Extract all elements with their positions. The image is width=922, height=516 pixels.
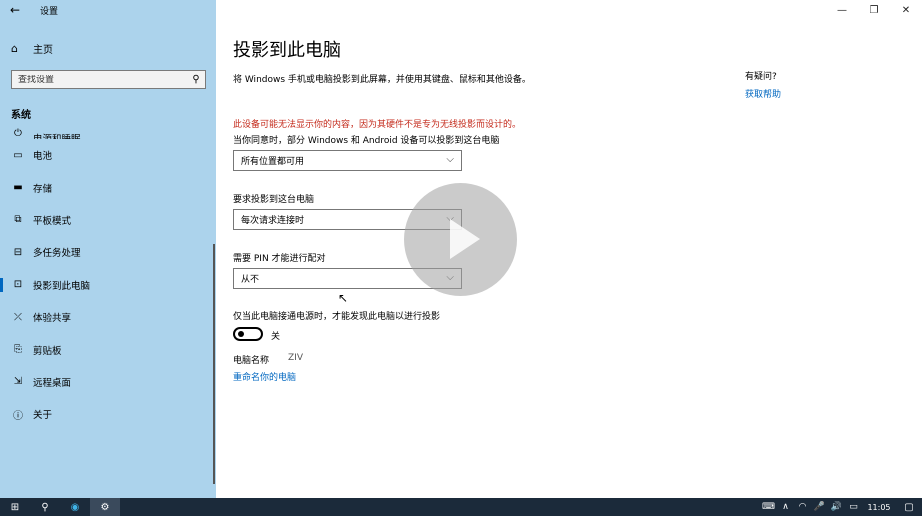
sidebar-item-storage[interactable]: ▬ 存储 xyxy=(0,171,216,203)
sidebar-item-label: 体验共享 xyxy=(33,313,72,325)
sidebar-item-home[interactable]: ⌂ 主页 xyxy=(0,38,216,58)
sidebar-item-project-to-pc[interactable]: ⊡ 投影到此电脑 xyxy=(0,269,216,301)
chevron-down-icon: ⌵ xyxy=(446,154,454,165)
restore-button[interactable]: ❐ xyxy=(858,0,890,20)
section-title: 系统 xyxy=(11,110,31,121)
dropdown-value: 从不 xyxy=(241,275,260,285)
battery-icon[interactable]: ▭ xyxy=(845,502,862,512)
sidebar-item-tablet-mode[interactable]: ⧉ 平板模式 xyxy=(0,204,216,236)
minimize-button[interactable]: — xyxy=(826,0,858,20)
sidebar-scrollbar[interactable] xyxy=(213,244,215,484)
main-content: — ❐ ✕ 投影到此电脑 将 Windows 手机或电脑投影到此屏幕，并使用其键… xyxy=(216,0,922,498)
search-icon: ⚲ xyxy=(41,501,49,513)
back-arrow-icon: ← xyxy=(9,3,21,17)
sidebar-item-label: 剪贴板 xyxy=(33,345,62,357)
toggle-state-label: 关 xyxy=(271,332,281,342)
sidebar-item-label: 存储 xyxy=(33,183,53,195)
sidebar-item-power[interactable]: ⏻ 电源和睡眠 xyxy=(0,125,216,139)
toggle-knob xyxy=(238,331,244,337)
pin-pairing-label: 需要 PIN 才能进行配对 xyxy=(233,254,326,264)
search-box[interactable]: ⚲ xyxy=(11,70,206,89)
back-button[interactable]: ← xyxy=(0,0,30,20)
page-description: 将 Windows 手机或电脑投影到此屏幕，并使用其键盘、鼠标和其他设备。 xyxy=(233,75,531,85)
app-title: 设置 xyxy=(40,6,59,17)
window-controls: — ❐ ✕ xyxy=(826,0,922,20)
multitasking-icon: ⊟ xyxy=(13,246,23,258)
sidebar-item-label: 电池 xyxy=(33,151,53,163)
sidebar: ← 设置 ⌂ 主页 ⚲ 系统 ⏻ 电源和睡眠 ▭ 电池 ▬ 存储 ⧉ 平板模式 … xyxy=(0,0,216,498)
tablet-icon: ⧉ xyxy=(14,214,22,226)
taskbar: ⊞ ⚲ ◉ ⚙ ⌨ ∧ ◠ 🎤 🔊 ▭ 11:05 ▢ xyxy=(0,498,922,516)
power-icon: ⏻ xyxy=(14,128,22,139)
mouse-cursor-icon: ↖ xyxy=(338,291,349,305)
clock[interactable]: 11:05 xyxy=(862,503,896,512)
sidebar-item-about[interactable]: ⓘ 关于 xyxy=(0,398,216,430)
restore-icon: ❐ xyxy=(869,4,879,16)
get-help-link[interactable]: 获取帮助 xyxy=(745,87,781,100)
chevron-up-icon[interactable]: ∧ xyxy=(777,502,794,512)
power-discovery-label: 仅当此电脑接通电源时，才能发现此电脑以进行投影 xyxy=(233,312,441,322)
start-button[interactable]: ⊞ xyxy=(0,498,30,516)
sidebar-item-label: 投影到此电脑 xyxy=(33,280,91,292)
sidebar-item-label: 关于 xyxy=(33,410,53,422)
sidebar-item-label: 多任务处理 xyxy=(33,248,81,260)
battery-icon: ▭ xyxy=(13,149,23,161)
page-title: 投影到此电脑 xyxy=(233,40,341,61)
network-icon[interactable]: ◠ xyxy=(794,502,811,512)
storage-icon: ▬ xyxy=(13,182,23,194)
hardware-warning: 此设备可能无法显示你的内容，因为其硬件不是专为无线投影而设计的。 xyxy=(233,120,522,130)
availability-label: 当你同意时，部分 Windows 和 Android 设备可以投影到这台电脑 xyxy=(233,136,500,146)
shared-experiences-icon: ⤫ xyxy=(14,311,22,323)
keyboard-icon[interactable]: ⌨ xyxy=(760,502,777,512)
sidebar-item-label: 平板模式 xyxy=(33,215,72,227)
sidebar-item-battery[interactable]: ▭ 电池 xyxy=(0,139,216,171)
sidebar-item-shared-experiences[interactable]: ⤫ 体验共享 xyxy=(0,301,216,333)
notification-icon[interactable]: ▢ xyxy=(896,502,922,513)
projection-icon: ⊡ xyxy=(13,279,23,291)
remote-desktop-icon: ⇲ xyxy=(13,376,23,388)
close-icon: ✕ xyxy=(901,4,911,16)
help-title: 有疑问? xyxy=(745,72,777,82)
availability-dropdown[interactable]: 所有位置都可用 ⌵ xyxy=(233,150,462,171)
info-icon: ⓘ xyxy=(13,410,23,422)
play-button-overlay[interactable] xyxy=(404,183,517,296)
sidebar-item-multitasking[interactable]: ⊟ 多任务处理 xyxy=(0,236,216,268)
search-input[interactable] xyxy=(18,74,187,85)
minimize-icon: — xyxy=(837,4,847,16)
windows-logo-icon: ⊞ xyxy=(10,501,20,513)
sidebar-item-clipboard[interactable]: ⎘ 剪贴板 xyxy=(0,333,216,365)
sidebar-nav: ⏻ 电源和睡眠 ▭ 电池 ▬ 存储 ⧉ 平板模式 ⊟ 多任务处理 ⊡ 投影到此电… xyxy=(0,125,216,498)
sidebar-item-label: 远程桌面 xyxy=(33,377,72,389)
ask-to-project-label: 要求投影到这台电脑 xyxy=(233,195,315,205)
edge-browser-icon: ◉ xyxy=(70,501,80,513)
pc-name-label: 电脑名称 xyxy=(233,356,270,366)
dropdown-value: 所有位置都可用 xyxy=(241,157,305,167)
search-icon[interactable]: ⚲ xyxy=(187,74,205,85)
power-discovery-toggle[interactable] xyxy=(233,327,263,341)
rename-pc-link[interactable]: 重命名你的电脑 xyxy=(233,370,296,383)
close-button[interactable]: ✕ xyxy=(890,0,922,20)
pc-name-value: ZIV xyxy=(288,353,303,363)
clipboard-icon: ⎘ xyxy=(14,344,22,356)
taskbar-settings-button[interactable]: ⚙ xyxy=(90,498,120,516)
dropdown-value: 每次请求连接时 xyxy=(241,216,305,226)
gear-icon: ⚙ xyxy=(100,501,110,513)
taskbar-edge-button[interactable]: ◉ xyxy=(60,498,90,516)
microphone-icon[interactable]: 🎤 xyxy=(811,502,828,512)
sidebar-item-remote-desktop[interactable]: ⇲ 远程桌面 xyxy=(0,366,216,398)
sidebar-item-label: 电源和睡眠 xyxy=(33,131,81,139)
title-bar: ← 设置 xyxy=(0,0,216,20)
taskbar-search-button[interactable]: ⚲ xyxy=(30,498,60,516)
home-icon: ⌂ xyxy=(11,41,18,55)
volume-icon[interactable]: 🔊 xyxy=(828,502,845,512)
home-label: 主页 xyxy=(33,44,53,56)
